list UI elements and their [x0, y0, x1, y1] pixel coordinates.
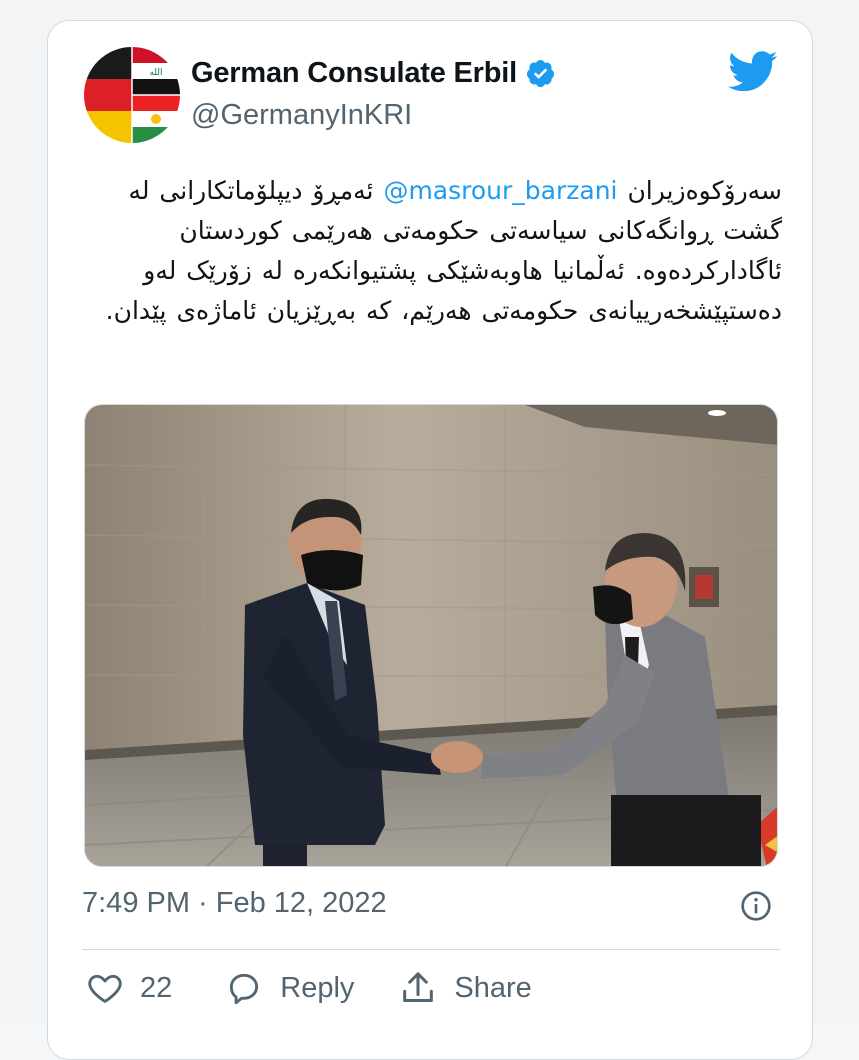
like-count: 22 — [140, 971, 173, 1004]
tweet-photo[interactable] — [84, 404, 778, 867]
reply-bubble-icon — [230, 973, 259, 1005]
tweet-text: سەرۆکوەزیران @masrour_barzani ئەمڕۆ دیپل… — [82, 171, 782, 331]
action-bar: 22 Reply Share — [86, 968, 532, 1008]
tweet-timestamp[interactable]: 7:49 PM · Feb 12, 2022 — [82, 887, 387, 920]
info-icon[interactable] — [740, 890, 772, 922]
reply-label: Reply — [280, 971, 355, 1004]
avatar[interactable]: الله — [84, 47, 180, 143]
svg-text:الله: الله — [149, 68, 162, 78]
reply-button[interactable]: Reply — [224, 969, 354, 1007]
display-name-row: German Consulate Erbil — [191, 57, 556, 90]
mention-link[interactable]: @masrour_barzani — [383, 176, 617, 205]
verified-badge-icon — [526, 59, 555, 88]
account-handle[interactable]: @GermanyInKRI — [191, 99, 412, 132]
twitter-bird-icon[interactable] — [728, 51, 778, 93]
share-label: Share — [454, 971, 532, 1004]
handshake-photo — [85, 405, 777, 866]
divider — [82, 949, 780, 950]
display-name[interactable]: German Consulate Erbil — [191, 57, 517, 90]
like-button[interactable]: 22 — [86, 969, 172, 1007]
share-button[interactable]: Share — [398, 968, 532, 1008]
tweet-text-prefix: سەرۆکوەزیران — [617, 176, 782, 205]
flags-avatar-icon: الله — [84, 47, 180, 143]
tweet-card: الله German Consulate Erbil @GermanyInKR… — [47, 20, 813, 1060]
share-upload-icon — [403, 972, 434, 1002]
heart-icon — [88, 974, 122, 1003]
